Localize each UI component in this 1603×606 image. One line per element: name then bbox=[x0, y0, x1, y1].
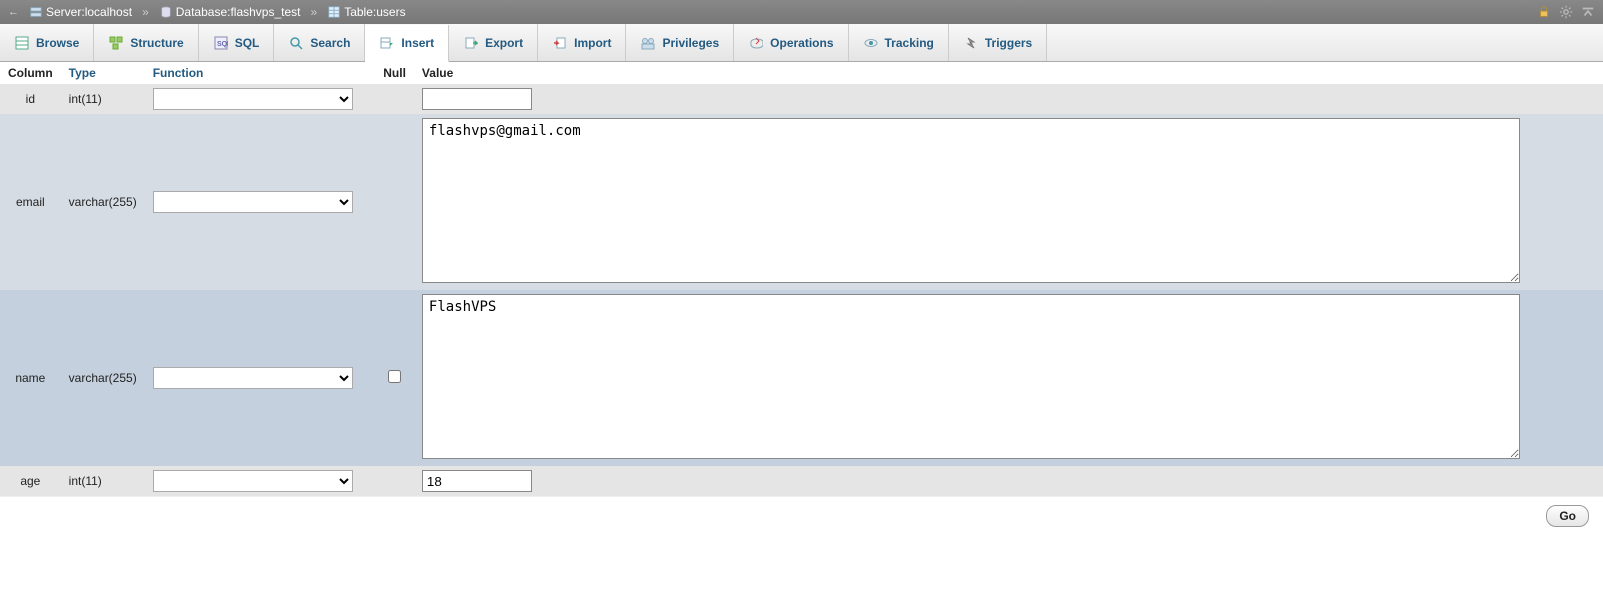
table-row: age int(11) bbox=[0, 466, 1603, 496]
tab-structure[interactable]: Structure bbox=[94, 24, 198, 61]
tab-label: Structure bbox=[130, 36, 183, 50]
function-select-age[interactable] bbox=[153, 470, 353, 492]
tracking-icon bbox=[863, 35, 879, 51]
tab-label: Operations bbox=[770, 36, 833, 50]
tab-label: Import bbox=[574, 36, 611, 50]
browse-icon bbox=[14, 35, 30, 51]
tab-label: Export bbox=[485, 36, 523, 50]
header-null: Null bbox=[375, 62, 414, 84]
tab-label: Privileges bbox=[662, 36, 719, 50]
breadcrumb: ← Server: localhost » Database: flashvps… bbox=[0, 0, 1603, 24]
lock-icon[interactable] bbox=[1537, 5, 1551, 19]
col-name: id bbox=[0, 84, 61, 114]
tab-label: Tracking bbox=[885, 36, 934, 50]
form-footer: Go bbox=[0, 496, 1603, 541]
insert-icon bbox=[379, 35, 395, 51]
col-name: email bbox=[0, 114, 61, 290]
export-icon bbox=[463, 35, 479, 51]
import-icon bbox=[552, 35, 568, 51]
value-textarea-name[interactable] bbox=[422, 294, 1520, 459]
breadcrumb-table-value: users bbox=[376, 5, 405, 19]
breadcrumb-db-value: flashvps_test bbox=[230, 5, 300, 19]
function-select-name[interactable] bbox=[153, 367, 353, 389]
breadcrumb-sep: » bbox=[142, 5, 149, 19]
tab-label: Search bbox=[310, 36, 350, 50]
tab-insert[interactable]: Insert bbox=[365, 25, 449, 62]
tab-import[interactable]: Import bbox=[538, 24, 626, 61]
breadcrumb-table-label: Table: bbox=[344, 5, 376, 19]
breadcrumb-db-label: Database: bbox=[176, 5, 231, 19]
header-function[interactable]: Function bbox=[145, 62, 376, 84]
structure-icon bbox=[108, 35, 124, 51]
function-select-email[interactable] bbox=[153, 191, 353, 213]
server-icon bbox=[29, 5, 43, 19]
value-input-age[interactable] bbox=[422, 470, 532, 492]
tab-browse[interactable]: Browse bbox=[0, 24, 94, 61]
privileges-icon bbox=[640, 35, 656, 51]
tab-triggers[interactable]: Triggers bbox=[949, 24, 1047, 61]
value-input-id[interactable] bbox=[422, 88, 532, 110]
col-name: age bbox=[0, 466, 61, 496]
header-value: Value bbox=[414, 62, 1603, 84]
header-type[interactable]: Type bbox=[61, 62, 145, 84]
database-icon bbox=[159, 5, 173, 19]
tab-operations[interactable]: Operations bbox=[734, 24, 848, 61]
breadcrumb-server-value: localhost bbox=[85, 5, 132, 19]
table-row: name varchar(255) bbox=[0, 290, 1603, 466]
breadcrumb-server-label: Server: bbox=[46, 5, 85, 19]
tabs: Browse Structure SQL SQL Search Insert Ex… bbox=[0, 24, 1603, 62]
value-textarea-email[interactable] bbox=[422, 118, 1520, 283]
table-row: id int(11) bbox=[0, 84, 1603, 114]
tab-label: SQL bbox=[235, 36, 260, 50]
gear-icon[interactable] bbox=[1559, 5, 1573, 19]
search-icon bbox=[288, 35, 304, 51]
col-name: name bbox=[0, 290, 61, 466]
triggers-icon bbox=[963, 35, 979, 51]
tab-export[interactable]: Export bbox=[449, 24, 538, 61]
collapse-icon[interactable] bbox=[1581, 5, 1595, 19]
tab-label: Insert bbox=[401, 36, 434, 50]
null-checkbox-name[interactable] bbox=[388, 370, 401, 383]
header-column: Column bbox=[0, 62, 61, 84]
breadcrumb-database[interactable]: Database: flashvps_test bbox=[159, 5, 301, 19]
tab-search[interactable]: Search bbox=[274, 24, 365, 61]
tab-sql[interactable]: SQL SQL bbox=[199, 24, 275, 61]
svg-text:SQL: SQL bbox=[217, 41, 228, 48]
breadcrumb-sep: » bbox=[311, 5, 318, 19]
table-row: email varchar(255) bbox=[0, 114, 1603, 290]
breadcrumb-table[interactable]: Table: users bbox=[327, 5, 405, 19]
sql-icon: SQL bbox=[213, 35, 229, 51]
table-icon bbox=[327, 5, 341, 19]
tab-label: Triggers bbox=[985, 36, 1032, 50]
tab-label: Browse bbox=[36, 36, 79, 50]
operations-icon bbox=[748, 35, 764, 51]
function-select-id[interactable] bbox=[153, 88, 353, 110]
null-cell bbox=[375, 84, 414, 114]
null-cell bbox=[375, 466, 414, 496]
col-type: varchar(255) bbox=[61, 114, 145, 290]
col-type: varchar(255) bbox=[61, 290, 145, 466]
col-type: int(11) bbox=[61, 466, 145, 496]
breadcrumb-server[interactable]: Server: localhost bbox=[29, 5, 132, 19]
insert-form: Column Type Function Null Value id int(1… bbox=[0, 62, 1603, 541]
nav-back-icon[interactable]: ← bbox=[8, 6, 19, 18]
null-cell bbox=[375, 114, 414, 290]
col-type: int(11) bbox=[61, 84, 145, 114]
tab-tracking[interactable]: Tracking bbox=[849, 24, 949, 61]
tab-privileges[interactable]: Privileges bbox=[626, 24, 734, 61]
table-header-row: Column Type Function Null Value bbox=[0, 62, 1603, 84]
go-button[interactable]: Go bbox=[1546, 505, 1589, 527]
